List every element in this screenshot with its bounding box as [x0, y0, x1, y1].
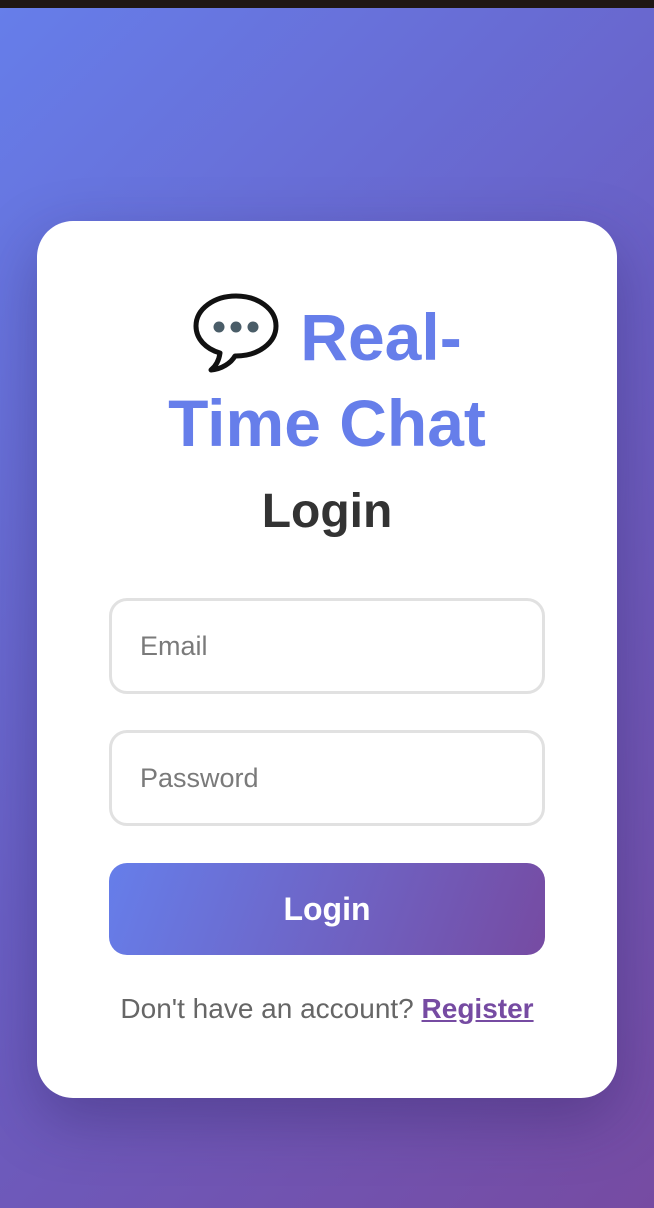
password-field[interactable] [109, 730, 545, 826]
speech-bubble-icon [193, 293, 279, 373]
app-title: Real- Time Chat [0, 292, 654, 466]
app-title-line-1: Real- [0, 292, 654, 380]
top-status-strip [0, 0, 654, 8]
register-prompt-text: Don't have an account? [120, 993, 414, 1024]
email-field[interactable] [109, 598, 545, 694]
register-link[interactable]: Register [422, 993, 534, 1024]
register-prompt: Don't have an account? Register [0, 988, 654, 1030]
login-button[interactable]: Login [109, 863, 545, 955]
app-title-text-1: Real- [300, 300, 462, 374]
login-heading: Login [261, 485, 393, 538]
app-title-text-2: Time Chat [168, 386, 486, 460]
